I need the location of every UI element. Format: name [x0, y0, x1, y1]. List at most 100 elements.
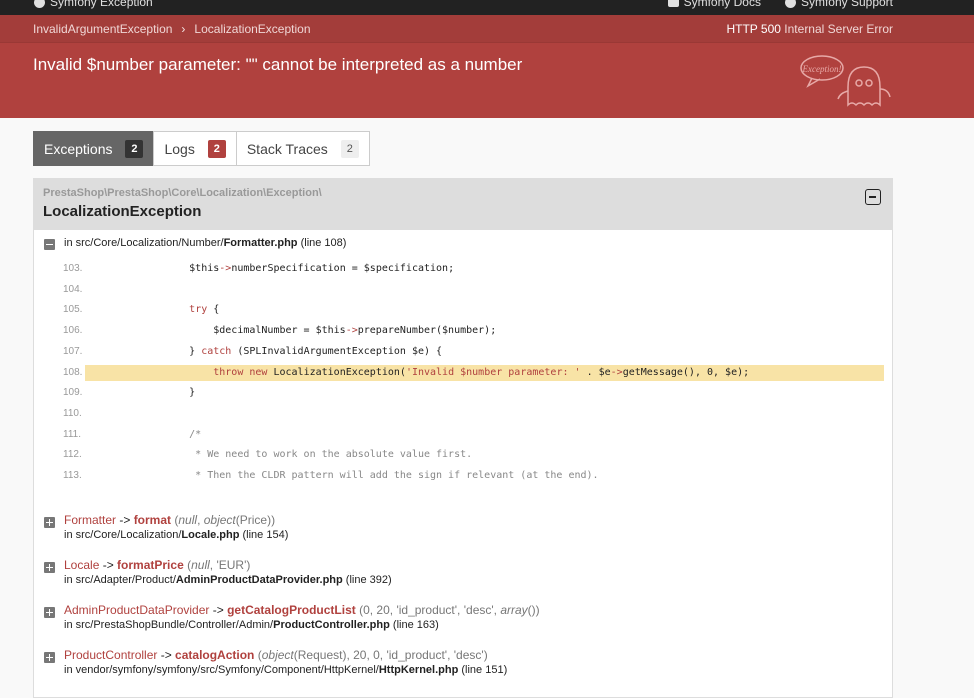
- frame-call: Locale -> formatPrice (null, 'EUR'): [64, 558, 250, 572]
- frame-call: ProductController -> catalogAction (obje…: [64, 648, 488, 662]
- line-source: * We need to work on the absolute value …: [141, 449, 473, 461]
- line-number: 108.: [63, 366, 83, 378]
- code-line-highlighted: 108. throw new LocalizationException('In…: [34, 364, 892, 381]
- frame-path: in src/PrestaShopBundle/Controller/Admin…: [64, 619, 274, 631]
- line-number: 112.: [63, 449, 82, 461]
- expand-frame-icon[interactable]: [44, 607, 55, 618]
- frame-method: getCatalogProductList: [227, 603, 356, 617]
- expand-frame-icon[interactable]: [44, 562, 55, 573]
- frame-line: (line 163): [389, 619, 439, 631]
- expand-frame-icon[interactable]: [44, 517, 55, 528]
- line-number: 103.: [63, 263, 83, 274]
- line-number: 109.: [63, 387, 83, 399]
- exception-panel: PrestaShop\PrestaShop\Core\Localization\…: [33, 178, 893, 698]
- support-link-label: Symfony Support: [800, 0, 893, 9]
- breadcrumb-item-first[interactable]: InvalidArgumentException: [33, 22, 172, 36]
- frame-arrow: ->: [99, 558, 118, 572]
- line-number: 104.: [63, 283, 83, 295]
- code-line: 104.: [34, 282, 892, 298]
- collapse-toggle-icon[interactable]: [865, 189, 881, 205]
- tab-stack-traces[interactable]: Stack Traces 2: [235, 131, 370, 166]
- code-line: 106. $decimalNumber = $this->prepareNumb…: [34, 323, 892, 339]
- frame-args: (0, 20, 'id_product', 'desc', array()): [355, 603, 540, 617]
- code-line: 103. $this->numberSpecification = $speci…: [34, 261, 892, 277]
- tab-label: Exceptions: [44, 140, 113, 157]
- frame-class: Formatter: [64, 513, 117, 527]
- line-number: 110.: [63, 407, 82, 419]
- header-subbar: InvalidArgumentException › LocalizationE…: [0, 15, 974, 43]
- frame-arrow: ->: [209, 603, 228, 617]
- frame-method: formatPrice: [117, 558, 184, 572]
- brand-label: Symfony Exception: [50, 0, 153, 9]
- brand[interactable]: Symfony Exception: [34, 0, 153, 9]
- exception-message: Invalid $number parameter: "" cannot be …: [33, 55, 523, 74]
- frame-path: in src/Adapter/Product/: [64, 574, 176, 586]
- docs-link[interactable]: Symfony Docs: [667, 0, 761, 9]
- frame-class: AdminProductDataProvider: [64, 603, 210, 617]
- lifebuoy-icon: [784, 0, 796, 8]
- location-path: src/Core/Localization/Number/: [75, 237, 224, 249]
- frame-call: Formatter -> format (null, object(Price)…: [64, 513, 275, 527]
- frame-arrow: ->: [116, 513, 134, 527]
- frame-args: (null, object(Price)): [171, 513, 276, 527]
- frame-call: AdminProductDataProvider -> getCatalogPr…: [64, 603, 540, 617]
- code-line: 109. }: [34, 385, 892, 401]
- breadcrumb-item-second[interactable]: LocalizationException: [194, 22, 310, 36]
- tab-logs[interactable]: Logs 2: [153, 131, 237, 166]
- ghost-bubble-text: Exception!: [802, 64, 842, 74]
- docs-link-label: Symfony Docs: [683, 0, 761, 9]
- line-source: $decimalNumber = $this->prepareNumber($n…: [141, 325, 497, 337]
- line-source: try {: [189, 304, 220, 316]
- line-source: throw new LocalizationException('Invalid…: [213, 366, 750, 378]
- frame-line: (line 151): [458, 664, 508, 676]
- frame-location: in src/Adapter/Product/AdminProductDataP…: [64, 574, 392, 586]
- tab-bar: Exceptions 2 Logs 2 Stack Traces 2: [33, 131, 370, 166]
- code-line: 110.: [34, 406, 892, 422]
- frame-class: ProductController: [64, 648, 158, 662]
- status-message: Internal Server Error: [784, 22, 893, 36]
- tab-exceptions[interactable]: Exceptions 2: [33, 131, 155, 166]
- exception-panel-header: PrestaShop\PrestaShop\Core\Localization\…: [34, 179, 892, 230]
- line-number: 105.: [63, 304, 83, 316]
- breadcrumb: InvalidArgumentException › LocalizationE…: [33, 22, 311, 36]
- count-badge: 2: [207, 139, 226, 158]
- code-line: 111. /*: [34, 427, 892, 443]
- exception-class: LocalizationException: [43, 203, 202, 220]
- location-line: (line 108): [297, 237, 347, 249]
- code-line: 107. } catch (SPLInvalidArgumentExceptio…: [34, 344, 892, 360]
- status-code: HTTP 500: [726, 22, 781, 36]
- frame-args: (null, 'EUR'): [183, 558, 251, 572]
- frame-class: Locale: [64, 558, 100, 572]
- frame-line: (line 392): [342, 574, 392, 586]
- frame-arrow: ->: [157, 648, 176, 662]
- frame-method: catalogAction: [175, 648, 255, 662]
- code-line: 112. * We need to work on the absolute v…: [34, 447, 892, 463]
- frame-file: HttpKernel.php: [378, 664, 459, 676]
- symfony-logo-icon: [34, 0, 45, 8]
- frame-location: in src/Core/Localization/Number/Formatte…: [64, 237, 346, 249]
- frame-file: ProductController.php: [273, 619, 390, 631]
- support-link[interactable]: Symfony Support: [784, 0, 893, 9]
- book-icon: [667, 0, 679, 7]
- frame-path: in vendor/symfony/symfony/src/Symfony/Co…: [64, 664, 379, 676]
- code-line: 113. * Then the CLDR pattern will add th…: [34, 468, 892, 484]
- location-prefix: in: [64, 237, 76, 249]
- frame-args: (object(Request), 20, 0, 'id_product', '…: [254, 648, 488, 662]
- line-number: 106.: [63, 325, 83, 337]
- line-source: * Then the CLDR pattern will add the sig…: [141, 470, 599, 481]
- exception-ghost-icon: Exception!: [800, 55, 891, 107]
- top-links: Symfony Docs Symfony Support: [667, 0, 893, 9]
- line-source: $this->numberSpecification = $specificat…: [141, 263, 455, 274]
- top-bar: Symfony Exception Symfony Docs Symfony S…: [0, 0, 974, 15]
- frame-file: AdminProductDataProvider.php: [175, 574, 343, 586]
- chevron-right-icon: ›: [181, 22, 186, 36]
- count-badge: 2: [340, 139, 359, 158]
- line-number: 113.: [63, 470, 82, 481]
- exception-namespace: PrestaShop\PrestaShop\Core\Localization\…: [43, 187, 322, 199]
- frame-location: in src/PrestaShopBundle/Controller/Admin…: [64, 619, 439, 631]
- line-number: 107.: [63, 345, 83, 357]
- expand-frame-icon[interactable]: [44, 652, 55, 663]
- collapse-frame-icon[interactable]: [44, 239, 55, 250]
- location-file: Formatter.php: [223, 237, 298, 249]
- line-source: }: [141, 387, 196, 399]
